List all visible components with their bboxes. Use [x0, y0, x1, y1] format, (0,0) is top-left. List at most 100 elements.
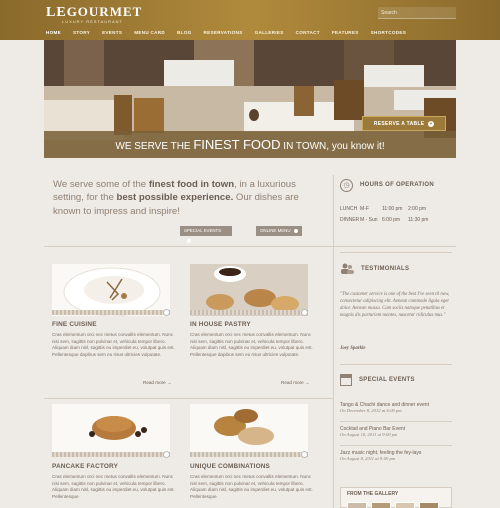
arrow-icon — [293, 228, 298, 233]
hours-days: M - Sun — [360, 217, 378, 223]
card-text: Cras elementum orci nec metus convallis … — [52, 474, 175, 500]
circle-icon — [301, 451, 308, 458]
pancake-illustration — [89, 416, 147, 440]
reserve-label: RESERVE A TABLE — [373, 121, 425, 127]
testimonials-title: TESTIMONIALS — [361, 265, 410, 272]
events-title: SPECIAL EVENTS — [359, 377, 415, 383]
intro-bold-2: best possible experience. — [116, 192, 234, 204]
gallery-thumb[interactable] — [371, 502, 391, 508]
card-text: Cras elementum orci nec metus convallis … — [190, 332, 313, 358]
circle-icon — [163, 309, 170, 316]
sidebar-divider — [340, 252, 452, 253]
event-item[interactable]: Jazz music night, feeling the fey-lays O… — [340, 450, 452, 461]
clock-icon: ◷ — [340, 178, 353, 192]
logo-text: GOURMET — [66, 4, 143, 19]
card-title[interactable]: FINE CUISINE — [52, 321, 97, 328]
gallery-widget: FROM THE GALLERY — [340, 487, 452, 508]
hours-close: 2:00 pm — [408, 206, 427, 212]
banner-text-1: WE SERVE THE — [115, 141, 194, 152]
main-nav: HOME STORY EVENTS MENU CARD BLOG RESERVA… — [40, 28, 412, 38]
circle-icon — [163, 451, 170, 458]
card-title[interactable]: PANCAKE FACTORY — [52, 463, 118, 470]
nav-menu-card[interactable]: MENU CARD — [128, 28, 171, 38]
hours-open: 11:00 pm — [382, 206, 403, 212]
gallery-thumb[interactable] — [347, 502, 367, 508]
hours-name: LUNCH — [340, 206, 358, 212]
gallery-title: FROM THE GALLERY — [347, 491, 399, 497]
hours-open: 6:00 pm — [382, 217, 401, 223]
testimonial-quote: "The customer service is one of the best… — [340, 292, 450, 318]
logo-tagline: LUXURY RESTAURANT — [62, 19, 124, 24]
testimonials-header: TESTIMONIALS — [340, 263, 409, 274]
special-events-button[interactable]: SPECIAL EVENTS — [180, 226, 232, 243]
intro-bold-1: finest food in town — [148, 179, 235, 190]
hours-row: DINNER M - Sun 6:00 pm 11:30 pm — [340, 217, 428, 223]
section-divider — [44, 246, 456, 247]
site-header: LEGOURMET LUXURY RESTAURANT HOME STORY E… — [0, 0, 500, 40]
gallery-thumb[interactable] — [395, 502, 415, 508]
hero-banner: WE SERVE THE FINEST FOOD IN TOWN, you kn… — [44, 131, 456, 158]
event-divider — [340, 421, 452, 422]
event-date: On December 8, 2012 at 6:00 pm — [340, 408, 402, 413]
card-divider — [190, 309, 308, 316]
testimonial-author: Joey Sparkle — [340, 346, 366, 351]
circle-icon — [301, 309, 308, 316]
card-text: Cras elementum orci nec metus convallis … — [190, 474, 313, 500]
logo-le: LE — [46, 5, 67, 20]
hours-title: HOURS OF OPERATION — [360, 182, 434, 188]
nav-features[interactable]: FEATURES — [326, 28, 365, 38]
card-divider — [52, 451, 170, 458]
fine-cuisine-image[interactable] — [52, 264, 170, 316]
unique-combinations-image[interactable] — [190, 404, 308, 452]
special-events-label: SPECIAL EVENTS — [184, 228, 222, 233]
card-divider — [52, 309, 170, 316]
arrow-icon — [187, 238, 191, 243]
banner-text-2: IN TOWN, you know it! — [280, 141, 385, 152]
nav-reservations[interactable]: RESERVATIONS — [198, 28, 249, 38]
hours-header: ◷ HOURS OF OPERATION — [340, 177, 452, 193]
card-divider — [190, 451, 308, 458]
online-menu-button[interactable]: ONLINE MENU — [256, 226, 302, 236]
search-box — [378, 7, 456, 19]
column-divider — [333, 175, 334, 508]
gallery-thumb[interactable] — [419, 502, 439, 508]
read-more-link[interactable]: Read more → — [281, 380, 310, 385]
read-more-link[interactable]: Read more → — [143, 380, 172, 385]
pastry-illustration — [190, 264, 308, 316]
nav-galleries[interactable]: GALLERIES — [249, 28, 290, 38]
calendar-icon — [340, 374, 352, 386]
event-item[interactable]: Cocktail and Piano Bar Event On August 1… — [340, 426, 452, 437]
in-house-pastry-image[interactable] — [190, 264, 308, 316]
event-date: On August 10, 2011 at 9:00 pm — [340, 432, 398, 437]
events-header: SPECIAL EVENTS — [340, 374, 415, 386]
intro-text: We serve some of the finest food in town… — [53, 178, 325, 218]
banner-text-big: FINEST FOOD — [193, 137, 281, 152]
search-input[interactable] — [378, 7, 456, 18]
dessert-illustration — [214, 409, 274, 445]
sidebar-divider — [340, 364, 452, 365]
nav-events[interactable]: EVENTS — [96, 28, 128, 38]
event-item[interactable]: Tango & Chachi dance and dinner event On… — [340, 402, 452, 413]
online-menu-label: ONLINE MENU — [260, 228, 291, 233]
intro-part-1: We serve some of the — [53, 179, 149, 190]
card-text: Cras elementum orci nec metus convallis … — [52, 332, 175, 358]
nav-contact[interactable]: CONTACT — [290, 28, 326, 38]
event-date: On August 8, 2011 at 9:00 pm — [340, 456, 396, 461]
section-divider — [44, 398, 334, 399]
hours-close: 11:30 pm — [408, 217, 429, 223]
hours-name: DINNER — [340, 217, 360, 223]
card-title[interactable]: UNIQUE COMBINATIONS — [190, 463, 270, 470]
plate-illustration — [63, 267, 161, 316]
nav-shortcodes[interactable]: SHORTCODES — [365, 28, 412, 38]
nav-story[interactable]: STORY — [67, 28, 96, 38]
event-divider — [340, 445, 452, 446]
hours-days: M-F — [360, 206, 369, 212]
reserve-table-button[interactable]: RESERVE A TABLE + — [362, 116, 446, 131]
people-icon — [341, 263, 354, 274]
nav-blog[interactable]: BLOG — [171, 28, 197, 38]
hours-row: LUNCH M-F 11:00 pm 2:00 pm — [340, 206, 426, 212]
plus-icon: + — [428, 121, 435, 127]
pancake-factory-image[interactable] — [52, 404, 170, 452]
card-title[interactable]: IN HOUSE PASTRY — [190, 321, 251, 328]
nav-home[interactable]: HOME — [40, 28, 67, 38]
